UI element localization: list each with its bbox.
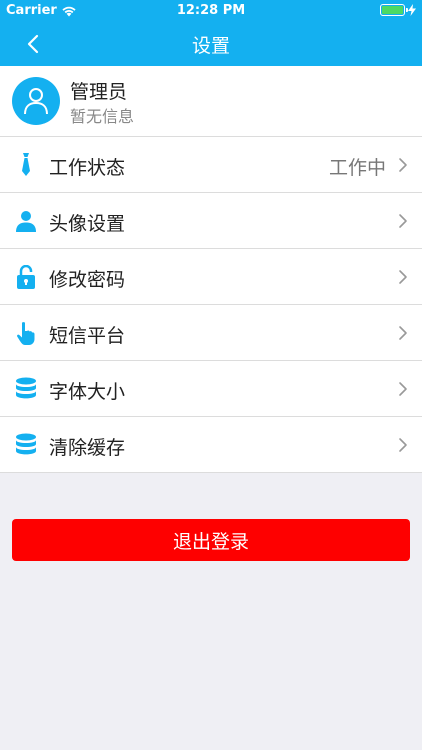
chevron-right-icon <box>399 326 407 340</box>
header: Carrier 12:28 PM 设置 <box>0 0 422 66</box>
chevron-right-icon <box>399 438 407 452</box>
chevron-right-icon <box>399 158 407 172</box>
settings-menu: 工作状态 工作中 头像设置 修改密码 短信平台 字体大小 清除缓存 <box>0 137 422 473</box>
menu-item-avatar-settings[interactable]: 头像设置 <box>0 193 422 249</box>
page-title: 设置 <box>191 35 230 57</box>
chevron-right-icon <box>399 214 407 228</box>
menu-item-label: 字体大小 <box>49 381 126 403</box>
menu-item-clear-cache[interactable]: 清除缓存 <box>0 417 422 473</box>
profile-name: 管理员 <box>70 81 128 103</box>
menu-item-label: 头像设置 <box>49 213 126 235</box>
menu-item-sms-platform[interactable]: 短信平台 <box>0 305 422 361</box>
menu-item-label: 短信平台 <box>49 325 126 347</box>
user-outline-icon <box>24 88 48 115</box>
status-time: 12:28 PM <box>176 3 246 18</box>
menu-item-font-size[interactable]: 字体大小 <box>0 361 422 417</box>
work-status-value: 工作中 <box>328 157 386 179</box>
profile-subtitle: 暂无信息 <box>70 107 135 126</box>
hand-pointer-icon <box>14 321 38 345</box>
menu-item-work-status[interactable]: 工作状态 工作中 <box>0 137 422 193</box>
database-icon <box>14 377 38 401</box>
chevron-right-icon <box>399 270 407 284</box>
status-bar: Carrier 12:28 PM <box>0 0 422 22</box>
profile-card[interactable]: 管理员 暂无信息 <box>0 66 422 137</box>
navbar: 设置 <box>0 22 422 66</box>
menu-item-change-password[interactable]: 修改密码 <box>0 249 422 305</box>
charging-bolt-icon <box>408 4 416 16</box>
menu-item-label: 工作状态 <box>49 157 126 179</box>
battery-icon <box>380 4 408 16</box>
database-icon <box>14 433 38 457</box>
tie-icon <box>14 153 38 177</box>
user-icon <box>14 209 38 233</box>
lock-icon <box>14 265 38 289</box>
chevron-right-icon <box>399 382 407 396</box>
menu-item-label: 修改密码 <box>49 269 126 291</box>
menu-item-label: 清除缓存 <box>49 437 126 459</box>
logout-button[interactable]: 退出登录 <box>12 519 410 561</box>
avatar <box>12 77 60 125</box>
